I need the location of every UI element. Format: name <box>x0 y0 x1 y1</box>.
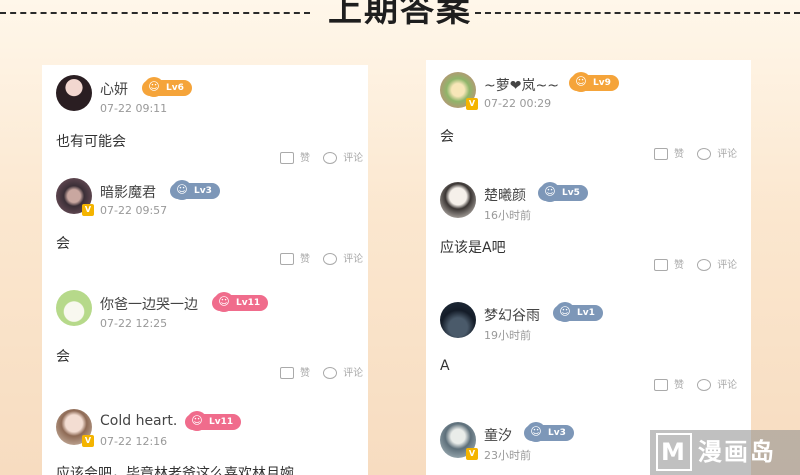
comment-button[interactable]: 评论 <box>323 149 363 164</box>
username[interactable]: Cold heart. <box>100 413 177 429</box>
thumb-up-icon <box>280 253 294 265</box>
comment-button[interactable]: 评论 <box>323 250 363 265</box>
apple-icon: ☺ <box>214 292 234 312</box>
comment-text: 应该会吧，毕竟林老爸这么喜欢林月婉 <box>56 466 294 475</box>
comment-actions: 赞 评论 <box>644 376 737 391</box>
avatar[interactable] <box>440 182 476 218</box>
comment-actions: 赞 评论 <box>270 149 363 164</box>
page-title: 上期答案 <box>328 0 472 30</box>
cat-icon: ☺ <box>526 422 546 442</box>
comment-column-right: V ~萝❤岚~~ ☺ Lv9 07-22 00:29 会 赞 评论 楚曦颜 ☺ Lv… <box>426 60 751 475</box>
comment-time: 07-22 12:16 <box>100 435 168 448</box>
level-badge: ☺ Lv9 <box>569 72 619 92</box>
avatar[interactable] <box>56 290 92 326</box>
username[interactable]: 楚曦颜 <box>484 185 526 205</box>
cat-icon: ☺ <box>571 72 591 92</box>
vip-badge: V <box>466 98 478 110</box>
username[interactable]: 梦幻谷雨 <box>484 305 540 325</box>
level-badge: ☺ Lv11 <box>212 292 269 312</box>
comment-text: 会 <box>56 236 70 252</box>
comment-column-left: 心妍 ☺ Lv6 07-22 09:11 也有可能会 赞 评论 V 暗影魔君 ☺ L… <box>42 65 368 475</box>
level-badge: ☺ Lv1 <box>553 302 603 322</box>
comment-actions: 赞 评论 <box>270 250 363 265</box>
cat-icon: ☺ <box>172 180 192 200</box>
level-badge: ☺ Lv11 <box>185 411 242 431</box>
like-button[interactable]: 赞 <box>654 145 684 160</box>
like-button[interactable]: 赞 <box>280 364 310 379</box>
like-button[interactable]: 赞 <box>654 376 684 391</box>
cat-icon: ☺ <box>555 302 575 322</box>
comment-bubble-icon <box>323 152 338 164</box>
watermark-m-icon: M <box>656 433 692 471</box>
thumb-up-icon <box>654 148 668 160</box>
comment-bubble-icon <box>697 259 712 271</box>
apple-icon: ☺ <box>187 411 207 431</box>
comment-text: 会 <box>440 129 454 145</box>
comment-time: 19小时前 <box>484 329 531 342</box>
like-button[interactable]: 赞 <box>280 149 310 164</box>
watermark-text: 漫画岛 <box>697 438 776 466</box>
comment-button[interactable]: 评论 <box>323 364 363 379</box>
like-button[interactable]: 赞 <box>654 256 684 271</box>
comment-bubble-icon <box>323 367 338 379</box>
level-badge: ☺ Lv3 <box>170 180 220 200</box>
comment-text: A <box>440 358 450 374</box>
comment-time: 07-22 09:11 <box>100 102 168 115</box>
vip-badge: V <box>82 204 94 216</box>
vip-badge: V <box>466 448 478 460</box>
comment-actions: 赞 评论 <box>644 256 737 271</box>
cat-icon: ☺ <box>144 77 164 97</box>
comment-button[interactable]: 评论 <box>697 376 737 391</box>
level-badge: ☺ Lv6 <box>142 77 192 97</box>
comment-text: 应该是A吧 <box>440 240 506 256</box>
comment-button[interactable]: 评论 <box>697 256 737 271</box>
username[interactable]: 暗影魔君 <box>100 182 156 202</box>
comment-button[interactable]: 评论 <box>697 145 737 160</box>
like-button[interactable]: 赞 <box>280 250 310 265</box>
thumb-up-icon <box>654 259 668 271</box>
thumb-up-icon <box>280 152 294 164</box>
level-badge: ☺ Lv5 <box>538 182 588 202</box>
watermark-logo: M 漫画岛 <box>650 430 800 475</box>
comment-actions: 赞 评论 <box>270 364 363 379</box>
username[interactable]: 童汐 <box>484 425 512 445</box>
comment-text: 也有可能会 <box>56 134 126 150</box>
comment-bubble-icon <box>697 148 712 160</box>
vip-badge: V <box>82 435 94 447</box>
cat-icon: ☺ <box>540 182 560 202</box>
comment-text: 会 <box>56 349 70 365</box>
comment-actions: 赞 评论 <box>644 145 737 160</box>
username[interactable]: 你爸一边哭一边 <box>100 294 198 314</box>
comment-time: 07-22 00:29 <box>484 97 552 110</box>
thumb-up-icon <box>654 379 668 391</box>
header-dash-right <box>475 12 800 14</box>
avatar[interactable] <box>56 75 92 111</box>
comment-time: 16小时前 <box>484 209 531 222</box>
comment-bubble-icon <box>697 379 712 391</box>
comment-time: 07-22 12:25 <box>100 317 168 330</box>
username[interactable]: ~萝❤岚~~ <box>484 75 559 95</box>
avatar[interactable] <box>440 302 476 338</box>
thumb-up-icon <box>280 367 294 379</box>
comment-time: 07-22 09:57 <box>100 204 168 217</box>
comment-time: 23小时前 <box>484 449 531 462</box>
level-badge: ☺ Lv3 <box>524 422 574 442</box>
comment-bubble-icon <box>323 253 338 265</box>
username[interactable]: 心妍 <box>100 79 128 99</box>
